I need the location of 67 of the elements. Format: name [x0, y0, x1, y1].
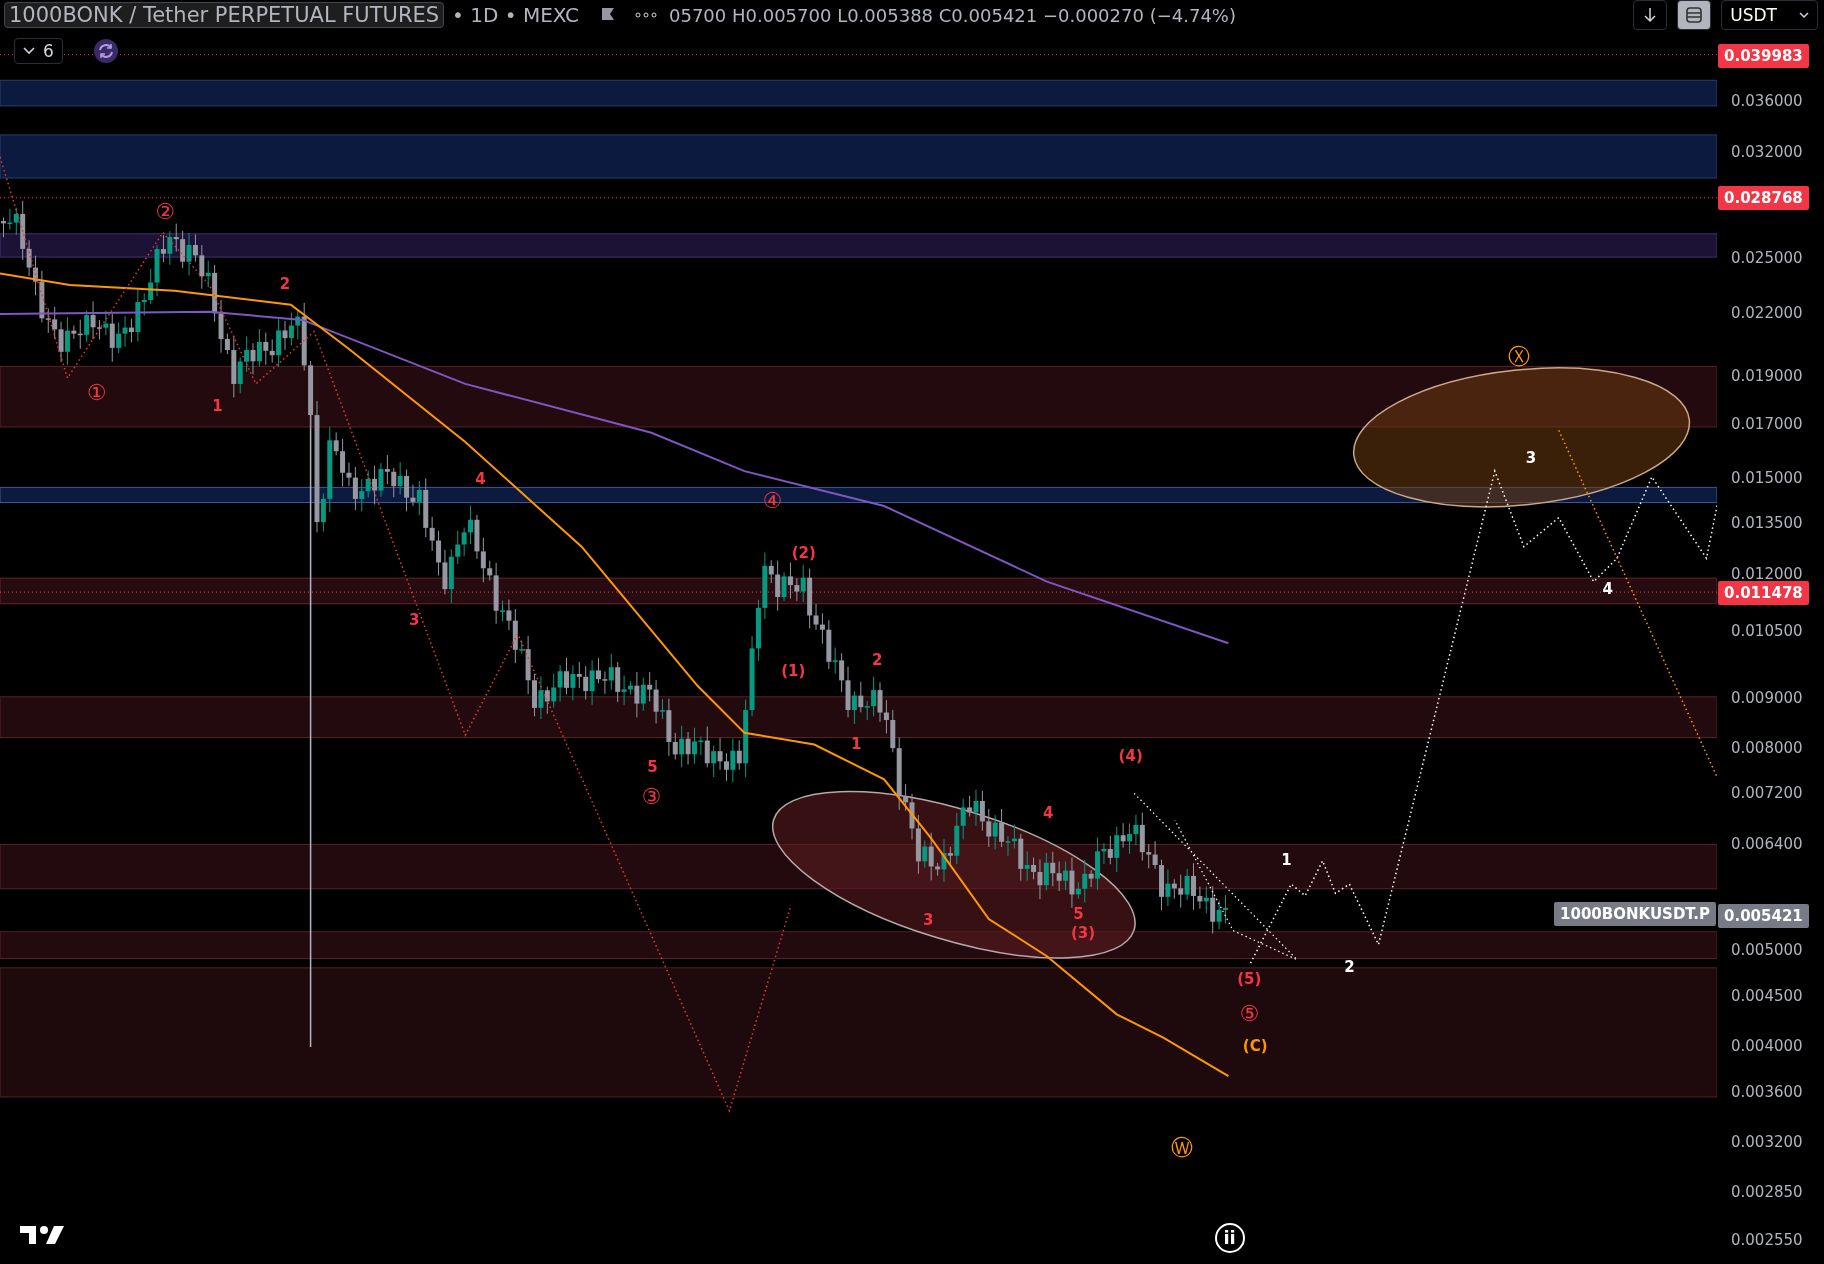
indicators-toggle[interactable]: 6 — [14, 38, 63, 64]
currency-dropdown[interactable]: USDT — [1721, 0, 1818, 30]
wave-label: ③ — [641, 785, 662, 808]
price-tick: 0.012000 — [1731, 564, 1803, 583]
price-tick: 0.004500 — [1731, 986, 1803, 1005]
price-tick: 0.022000 — [1731, 304, 1803, 323]
price-tag: 0.039983 — [1718, 44, 1809, 69]
price-tick: 0.036000 — [1731, 92, 1803, 111]
price-tick: 0.017000 — [1731, 415, 1803, 434]
chevron-icon — [23, 47, 35, 55]
wave-label: 1 — [850, 737, 862, 752]
price-tag: 0.005421 — [1718, 903, 1809, 928]
wave-label: ② — [155, 200, 176, 223]
wave-label: 2 — [1344, 959, 1355, 975]
symbol-price-tag: 1000BONKUSDT.P — [1554, 902, 1716, 926]
wave-label: 1 — [212, 398, 223, 414]
wave-label: 2 — [279, 276, 291, 292]
price-tick: 0.025000 — [1731, 249, 1803, 268]
ohlc-values: 05700 H0.005700 L0.005388 C0.005421 −0.000270 (−4.74%) — [669, 4, 1236, 26]
down-arrow-icon — [1643, 7, 1658, 23]
wave-label: 4 — [1602, 581, 1613, 597]
wave-label: Ⓧ — [1508, 346, 1531, 369]
interval-exchange: • 1D • MEXC — [452, 3, 579, 27]
wave-label: 3 — [923, 912, 934, 928]
wave-label: 1 — [1281, 852, 1292, 868]
sync-icon[interactable] — [92, 38, 119, 64]
wave-label: 2 — [871, 652, 883, 668]
chevron-icon — [1799, 11, 1809, 19]
download-button[interactable] — [1633, 0, 1668, 30]
price-tick: 0.007200 — [1731, 784, 1803, 803]
price-tick: 0.002850 — [1731, 1183, 1803, 1201]
wave-label: 3 — [1525, 450, 1537, 466]
square-icon — [1685, 6, 1704, 24]
wave-label: (5) — [1237, 971, 1262, 987]
wave-label: ① — [86, 382, 107, 405]
wave-label: (C) — [1242, 1038, 1268, 1054]
symbol-title[interactable]: 1000BONK / Tether PERPETUAL FUTURES — [4, 2, 445, 28]
wave-label: 5 — [1073, 906, 1084, 922]
price-tick: 0.004000 — [1731, 1037, 1803, 1056]
wave-label: (3) — [1070, 925, 1096, 941]
wave-label: ④ — [762, 490, 783, 513]
wave-label: ii — [1214, 1222, 1245, 1253]
wave-label: Ⓦ — [1170, 1137, 1193, 1160]
price-tick: 0.013500 — [1731, 514, 1803, 533]
wave-label: 3 — [408, 612, 420, 628]
wave-label: (1) — [781, 663, 806, 679]
price-tick: 0.019000 — [1731, 367, 1803, 386]
price-tick: 0.002550 — [1731, 1230, 1803, 1249]
wave-label: 4 — [1042, 805, 1054, 821]
wave-label: (4) — [1118, 748, 1143, 764]
price-tick: 0.009000 — [1731, 688, 1803, 707]
layout-button[interactable] — [1677, 0, 1712, 30]
wave-label: 4 — [475, 471, 486, 487]
price-tag: 0.011478 — [1718, 580, 1809, 605]
price-tag: 0.028768 — [1718, 185, 1809, 210]
price-tick: 0.006400 — [1731, 835, 1803, 854]
price-tick: 0.015000 — [1731, 468, 1803, 487]
wave-label: 5 — [647, 759, 658, 775]
price-tick: 0.003200 — [1731, 1133, 1803, 1152]
wave-label: ⑤ — [1239, 1003, 1260, 1026]
price-tick: 0.010500 — [1731, 622, 1803, 641]
price-tick: 0.005000 — [1731, 941, 1803, 960]
price-tick: 0.003600 — [1731, 1082, 1803, 1101]
price-tick: 0.032000 — [1731, 143, 1803, 162]
price-tick: 0.008000 — [1731, 739, 1803, 758]
wave-label: (2) — [791, 545, 816, 561]
more-icon[interactable] — [635, 11, 657, 19]
